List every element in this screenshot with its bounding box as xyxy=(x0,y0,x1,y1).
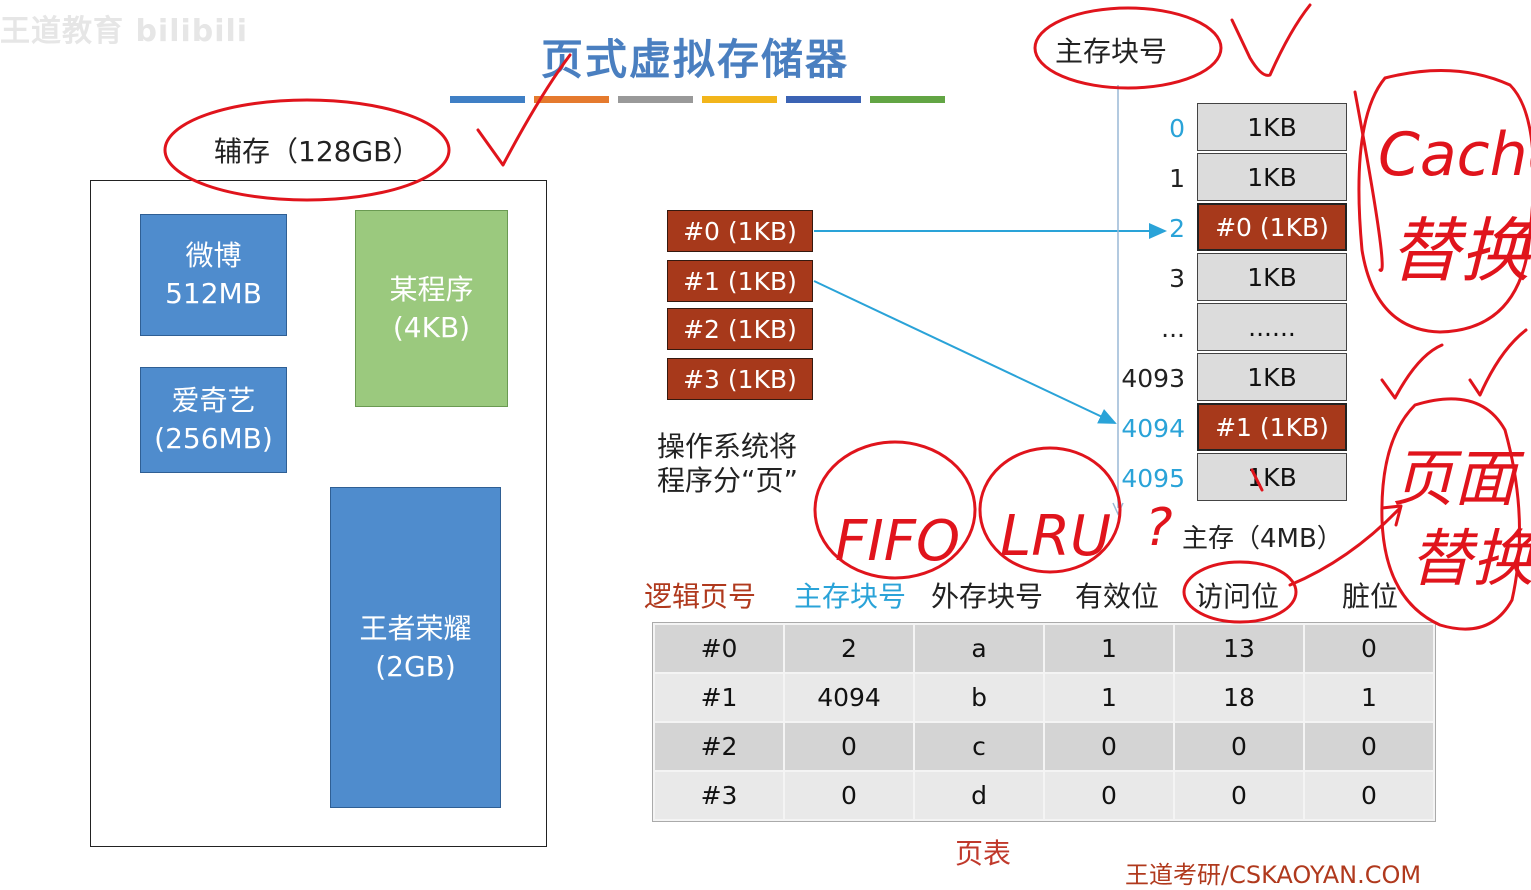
ink-text-page-replace-2: 替换 xyxy=(1410,522,1531,595)
ink-circle-cache xyxy=(1357,68,1531,334)
ink-text-lru: LRU xyxy=(1000,504,1111,569)
ink-check-mid1 xyxy=(1380,343,1444,400)
ink-text-cache-replace: 替换 xyxy=(1390,210,1531,292)
annotation-overlay: Cache 替换 FIFO LRU ? 页面 替换 xyxy=(163,3,1531,631)
ink-text-question: ? xyxy=(1145,498,1173,558)
ink-check-left xyxy=(476,53,572,167)
map-arrow-page1 xyxy=(813,280,1117,424)
ink-circle-access-bit xyxy=(1182,560,1298,624)
ink-text-fifo: FIFO xyxy=(835,509,960,574)
ink-stroke-frame xyxy=(1250,468,1264,492)
ink-check-mid2 xyxy=(1468,328,1528,397)
ink-text-cache: Cache xyxy=(1378,120,1531,190)
ink-circle-mem-head xyxy=(1033,6,1223,90)
ink-check-top xyxy=(1230,3,1312,77)
ink-text-page-replace-1: 页面 xyxy=(1392,442,1525,515)
ink-circle-disk xyxy=(163,98,451,202)
